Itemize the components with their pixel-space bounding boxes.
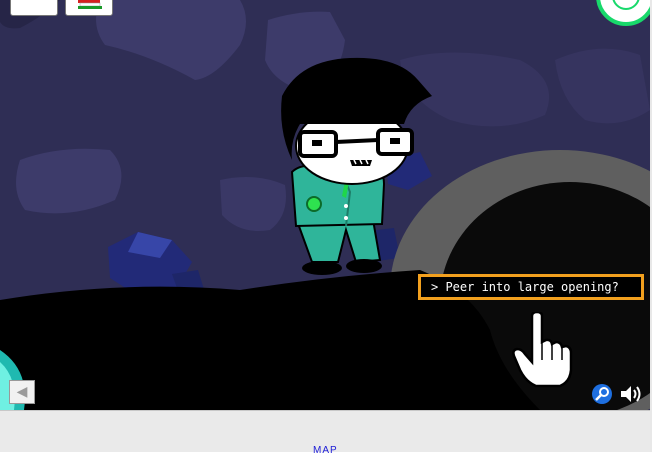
rock-5 xyxy=(555,48,650,124)
character-button-2 xyxy=(344,216,348,220)
speaker-wave-1 xyxy=(633,389,637,399)
character-eye-right xyxy=(390,138,400,144)
book-pages xyxy=(79,2,101,7)
back-arrow-button[interactable]: ◀ xyxy=(9,380,35,404)
magnifier-bg xyxy=(592,384,612,404)
rock-1 xyxy=(96,0,246,80)
magnifier-icon[interactable] xyxy=(591,383,613,405)
scene-canvas xyxy=(0,0,652,410)
book-icon xyxy=(78,0,102,9)
character-eye-left xyxy=(312,140,322,146)
character-shoe-right xyxy=(346,259,382,273)
book-base xyxy=(78,6,102,9)
back-arrow-icon: ◀ xyxy=(16,384,28,400)
map-link[interactable]: MAP xyxy=(313,445,338,456)
character-button-1 xyxy=(344,204,348,208)
green-spirograph-icon xyxy=(596,0,652,26)
rock-6 xyxy=(220,176,286,231)
speaker-icon[interactable] xyxy=(619,383,643,405)
page-footer: MAP xyxy=(0,410,652,456)
speaker-body xyxy=(621,386,631,402)
inventory-slot-1[interactable] xyxy=(10,0,58,16)
inventory-slot-2[interactable] xyxy=(65,0,113,16)
speaker-wave-2 xyxy=(636,386,641,402)
book-cover xyxy=(78,0,100,3)
character-glasses-bridge xyxy=(335,138,379,144)
command-link[interactable]: > Peer into large opening? xyxy=(418,274,644,300)
spirograph-ring xyxy=(596,0,652,26)
character-shoe-left xyxy=(302,261,342,275)
rock-3 xyxy=(16,148,122,214)
character-emblem xyxy=(306,196,322,212)
game-viewport[interactable]: > Peer into large opening? ◀ xyxy=(0,0,652,410)
